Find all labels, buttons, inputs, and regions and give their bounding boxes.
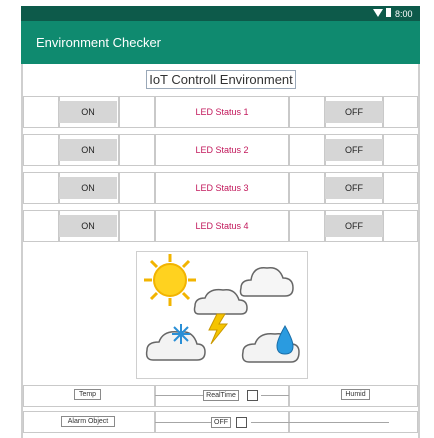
row-cell: [383, 172, 418, 204]
led-on-button[interactable]: ON: [59, 215, 117, 237]
snow-cloud-icon: [145, 324, 206, 361]
led-off-button[interactable]: OFF: [325, 215, 383, 237]
rain-cloud-icon: [241, 324, 300, 363]
status-bar: [21, 6, 420, 21]
alarm-row: Alarm Object OFF: [23, 411, 418, 433]
sensor-divider: [155, 395, 203, 396]
led-off-button[interactable]: OFF: [325, 177, 383, 199]
weather-illustration: [136, 251, 308, 379]
temp-field: Temp: [74, 389, 101, 400]
sun-icon: [144, 254, 196, 306]
row-cell: [119, 172, 155, 204]
row-cell: [289, 210, 325, 242]
led-on-button[interactable]: ON: [59, 101, 117, 123]
realtime-checkbox[interactable]: [247, 390, 258, 401]
row-cell: [119, 96, 155, 128]
alarm-checkbox[interactable]: [236, 417, 247, 428]
alarm-object-field: Alarm Object: [61, 416, 115, 427]
row-cell: [383, 134, 418, 166]
led-row: ON LED Status 3 OFF: [23, 172, 418, 204]
right-edge: [418, 64, 420, 438]
led-row: ON LED Status 2 OFF: [23, 134, 418, 166]
row-cell: [119, 210, 155, 242]
led-table: ON LED Status 1 OFF ON LED Status 2 OFF …: [23, 94, 418, 244]
row-cell: [23, 172, 59, 204]
row-cell: [289, 96, 325, 128]
led-row: ON LED Status 1 OFF: [23, 96, 418, 128]
led-off-button[interactable]: OFF: [325, 101, 383, 123]
led-off-button[interactable]: OFF: [325, 139, 383, 161]
row-cell: [383, 210, 418, 242]
alarm-divider: [251, 422, 289, 423]
wifi-icon: [373, 9, 383, 17]
led-row: ON LED Status 4 OFF: [23, 210, 418, 242]
row-cell: [119, 134, 155, 166]
realtime-label: RealTime: [203, 390, 239, 401]
row-cell: [23, 134, 59, 166]
sensor-row: Temp RealTime Humid: [23, 385, 418, 407]
led-status-label: LED Status 3: [195, 183, 249, 193]
app-title: Environment Checker: [36, 35, 161, 50]
humid-field: Humid: [341, 389, 370, 400]
battery-icon: [386, 8, 391, 17]
row-cell: [23, 210, 59, 242]
clock: 8:00: [395, 9, 413, 19]
alarm-divider: [289, 422, 389, 423]
page-title: IoT Controll Environment: [146, 70, 296, 89]
led-status-label: LED Status 4: [195, 221, 249, 231]
row-cell: [383, 96, 418, 128]
alarm-off-label: OFF: [211, 417, 231, 428]
weather-icon: [144, 254, 300, 363]
sensor-divider: [261, 395, 289, 396]
cloud-icon: [239, 266, 294, 297]
alarm-divider: [155, 422, 211, 423]
row-cell: [289, 172, 325, 204]
storm-cloud-icon: [193, 288, 248, 345]
led-on-button[interactable]: ON: [59, 139, 117, 161]
led-status-label: LED Status 1: [195, 107, 249, 117]
row-cell: [289, 134, 325, 166]
row-cell: [23, 96, 59, 128]
led-status-label: LED Status 2: [195, 145, 249, 155]
led-on-button[interactable]: ON: [59, 177, 117, 199]
